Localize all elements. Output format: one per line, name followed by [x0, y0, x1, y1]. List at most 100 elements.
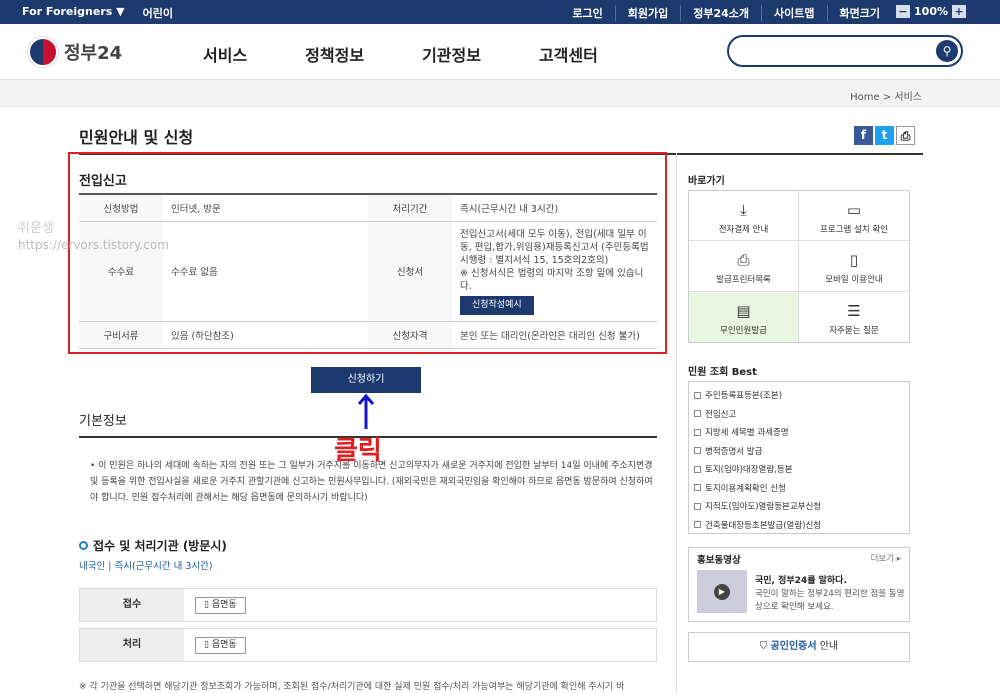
sidebar-divider: [676, 153, 677, 693]
doc-icon: [694, 502, 701, 510]
kiosk-icon: ▤: [736, 301, 751, 320]
site-header: 정부24 서비스 정책정보 기관정보 고객센터 ⚲: [0, 24, 1000, 80]
search-input[interactable]: ⚲: [727, 35, 963, 67]
list-item-label: 지방세 세목별 과세증명: [705, 428, 789, 439]
for-foreigners-link[interactable]: For Foreigners ▼: [22, 5, 125, 21]
download-icon: ⤓: [740, 201, 747, 219]
promo-video-box: 홍보동영상 더보기 ▸ ▶ 국민, 정부24를 말하다. 국민이 말하는 정부2…: [688, 547, 910, 622]
list-item-label: 토지(임야)대장열람,등본: [705, 465, 793, 476]
twitter-icon[interactable]: t: [875, 126, 894, 145]
doc-icon: [694, 410, 701, 418]
arrow-up-icon: [357, 393, 375, 429]
list-item-label: 토지이용계획확인 신청: [705, 483, 786, 494]
nav-services[interactable]: 서비스: [203, 42, 247, 66]
list-item[interactable]: 지적도(임야도)열람등본교부신청: [694, 497, 909, 516]
watermark: 취운생 https://ervors.tistory.com: [18, 217, 169, 252]
nav-policy[interactable]: 정책정보: [305, 42, 364, 66]
quick-link-label: 자주묻는 질문: [829, 325, 879, 336]
receive-agency-text: 읍면동: [211, 600, 237, 610]
list-item-label: 병적증명서 발급: [705, 446, 763, 457]
list-item-label: 지적도(임야도)열람등본교부신청: [705, 502, 822, 513]
shield-icon: ⛉: [759, 641, 768, 652]
best-list: 주민등록표등본(조본) 전입신고 지방세 세목별 과세증명 병적증명서 발급 토…: [688, 381, 910, 534]
quick-link-kiosk[interactable]: ▤ 무인민원발급: [689, 291, 799, 342]
promo-headline[interactable]: 국민, 정부24를 말하다.: [755, 573, 847, 586]
receive-label: 접수: [80, 589, 184, 621]
promo-title: 홍보동영상: [697, 555, 741, 566]
list-item[interactable]: 전입신고: [694, 405, 909, 424]
list-item-label: 건축물대장등초본발급(열람)신청: [705, 520, 822, 531]
share-buttons: f t ⎙: [854, 126, 915, 145]
about-link[interactable]: 정부24소개: [681, 5, 763, 21]
doc-icon: [694, 521, 701, 529]
signup-link[interactable]: 회원가입: [616, 5, 682, 21]
quick-link-label: 프로그램 설치 확인: [820, 225, 888, 235]
zoom-level: 100%: [914, 5, 948, 18]
handle-agency-text: 읍면동: [211, 640, 237, 650]
login-link[interactable]: 로그인: [560, 5, 616, 21]
monitor-icon: ▭: [846, 201, 862, 219]
doc-icon: [694, 391, 701, 399]
zoom-control: − 100% +: [896, 5, 966, 18]
best-title: 민원 조회 Best: [688, 367, 757, 378]
quick-link-label: 모바일 이용안내: [825, 275, 883, 286]
highlight-box: [68, 152, 667, 354]
quick-links-grid: ⤓ 전자결제 안내 ▭ 프로그램 설치 확인 ⎙ 발급프린터목록 ▯ 모바일 이용안내 …: [688, 190, 910, 343]
quick-link-mobile[interactable]: ▯ 모바일 이용안내: [799, 241, 909, 292]
nav-support[interactable]: 고객센터: [539, 42, 598, 66]
facebook-icon[interactable]: f: [854, 126, 873, 145]
handle-label: 처리: [80, 629, 184, 661]
printer-icon: ⎙: [737, 251, 750, 270]
quick-link-program[interactable]: ▭ 프로그램 설치 확인: [799, 191, 909, 242]
list-item[interactable]: 토지(임야)대장열람,등본: [694, 460, 909, 479]
mobile-icon: ▯: [849, 251, 859, 270]
watermark-url: https://ervors.tistory.com: [18, 238, 169, 252]
quick-link-epayment[interactable]: ⤓ 전자결제 안내: [689, 191, 799, 242]
breadcrumb-bar: Home > 서비스: [0, 80, 1000, 107]
doc-icon: [694, 447, 701, 455]
list-item[interactable]: 지방세 세목별 과세증명: [694, 423, 909, 442]
receive-agency-button[interactable]: ▯ 읍면동: [195, 597, 246, 614]
process-row-handle: 처리 ▯ 읍면동: [79, 628, 657, 662]
search-icon[interactable]: ⚲: [936, 40, 958, 62]
zoom-out-button[interactable]: −: [896, 5, 911, 18]
list-item[interactable]: 주민등록표등본(조본): [694, 386, 909, 405]
process-row-receive: 접수 ▯ 읍면동: [79, 588, 657, 622]
bullet-icon: [79, 541, 88, 550]
breadcrumb: Home > 서비스: [850, 92, 922, 103]
handle-agency-button[interactable]: ▯ 읍면동: [195, 637, 246, 654]
faq-icon: ☰: [847, 301, 861, 320]
doc-icon: [694, 428, 701, 436]
quick-link-label: 전자결제 안내: [718, 225, 769, 235]
certificate-guide-button[interactable]: ⛉ 공인인증서 안내: [688, 632, 910, 662]
doc-icon: [694, 484, 701, 492]
process-subtitle: 내국인 | 즉시(근무시간 내 3시간): [79, 561, 213, 572]
play-icon: ▶: [714, 583, 730, 600]
zoom-in-button[interactable]: +: [952, 5, 966, 18]
logo-text: 정부24: [64, 43, 123, 64]
list-item[interactable]: 건축물대장등초본발급(열람)신청: [694, 516, 909, 535]
cert-label-a: 공인인증서: [770, 641, 817, 652]
promo-thumbnail[interactable]: ▶: [697, 570, 747, 613]
apply-button[interactable]: 신청하기: [311, 367, 421, 393]
kids-link[interactable]: 어린이: [143, 5, 173, 21]
process-heading: 접수 및 처리기관 (방문시): [79, 537, 227, 554]
list-item[interactable]: 병적증명서 발급: [694, 442, 909, 461]
process-note: ※ 각 기관을 선택하면 해당기관 정보조회가 가능하며, 조회된 접수/처리기…: [79, 682, 625, 692]
site-logo[interactable]: 정부24: [28, 37, 122, 67]
promo-more-link[interactable]: 더보기 ▸: [871, 552, 901, 564]
list-item-label: 전입신고: [705, 409, 737, 420]
page-title: 민원안내 및 신청: [79, 128, 194, 147]
promo-description: 국민이 말하는 정부24의 편리한 점을 동영상으로 확인해 보세요.: [755, 589, 905, 612]
process-heading-text: 접수 및 처리기관 (방문시): [93, 539, 227, 553]
quick-link-printers[interactable]: ⎙ 발급프린터목록: [689, 241, 799, 292]
print-icon[interactable]: ⎙: [896, 126, 915, 145]
quick-link-faq[interactable]: ☰ 자주묻는 질문: [799, 292, 909, 342]
sitemap-link[interactable]: 사이트맵: [762, 5, 828, 21]
list-item[interactable]: 토지이용계획확인 신청: [694, 479, 909, 498]
top-utility-bar: For Foreigners ▼ 어린이 로그인 회원가입 정부24소개 사이트…: [0, 0, 1000, 24]
click-annotation: 클릭: [334, 436, 382, 466]
nav-agency[interactable]: 기관정보: [422, 42, 481, 66]
watermark-name: 취운생: [18, 221, 54, 236]
quick-links-title: 바로가기: [688, 176, 725, 187]
